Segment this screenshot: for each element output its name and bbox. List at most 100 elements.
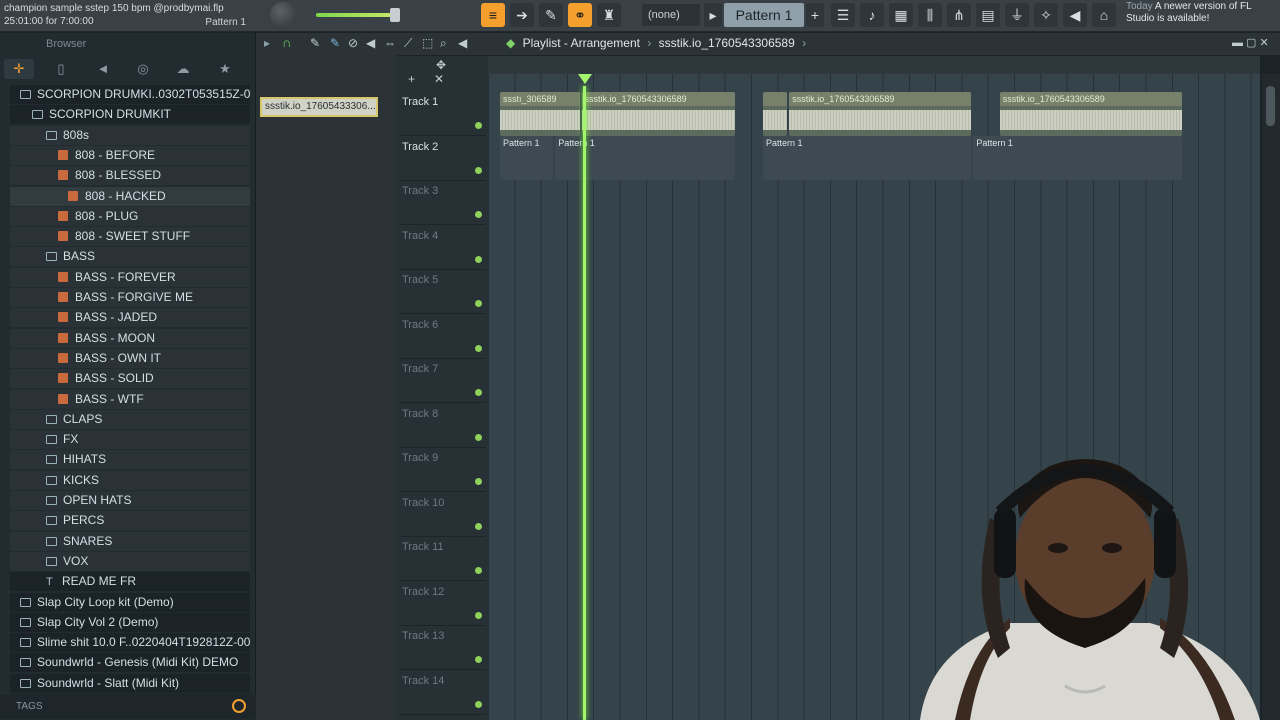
- mute-tool-icon[interactable]: ◀: [366, 36, 375, 50]
- track-header[interactable]: Track 10: [400, 493, 486, 537]
- track-1-lane[interactable]: ssstı_306589 ssstik.io_1760543306589 sssti…: [488, 92, 1260, 136]
- arrow-right-icon[interactable]: ➔: [510, 3, 534, 27]
- add-pattern-button[interactable]: +: [806, 3, 824, 27]
- playhead[interactable]: [583, 86, 586, 720]
- slip-tool-icon[interactable]: ⇔: [384, 36, 396, 50]
- track-led-icon[interactable]: [475, 166, 482, 174]
- track-led-icon[interactable]: [475, 255, 482, 263]
- track-header[interactable]: Track 13: [400, 626, 486, 670]
- browser-cloud-tab[interactable]: ☁: [168, 59, 198, 79]
- browser-item[interactable]: BASS - FOREVER: [10, 267, 250, 287]
- track-2-lane[interactable]: Pattern 1 Pattern 1 Pattern 1 Pattern 1: [488, 136, 1260, 180]
- track-led-icon[interactable]: [475, 700, 482, 708]
- browser-item[interactable]: Soundwrld - Slatt (Midi Kit): [10, 673, 250, 693]
- browser-item[interactable]: BASS - WTF: [10, 389, 250, 409]
- track-header[interactable]: Track 12: [400, 582, 486, 626]
- pattern-clip[interactable]: Pattern 1: [763, 136, 972, 180]
- browser-item[interactable]: PERCS: [10, 511, 250, 531]
- draw-tool-icon[interactable]: ✎: [310, 36, 320, 50]
- master-pitch-slider[interactable]: [316, 13, 396, 17]
- search-icon[interactable]: [232, 699, 246, 713]
- track-led-icon[interactable]: [475, 389, 482, 396]
- browser-files-tab[interactable]: ▯: [46, 59, 76, 79]
- news-panel[interactable]: Today A newer version of FL Studio is av…: [1126, 1, 1256, 25]
- browser-plugins-tab[interactable]: ◄: [88, 59, 118, 79]
- piano-roll-icon[interactable]: ♪: [860, 3, 884, 27]
- audio-clip[interactable]: ssstik.io_1760543306589: [789, 92, 972, 136]
- tree-icon[interactable]: ⋔: [947, 3, 971, 27]
- track-led-icon[interactable]: [475, 122, 482, 129]
- browser-item[interactable]: FX: [10, 430, 250, 450]
- mixer-icon[interactable]: ⫼: [918, 3, 942, 27]
- magnet-icon[interactable]: ∩: [282, 35, 291, 50]
- master-volume-knob[interactable]: [270, 2, 296, 28]
- browser-item[interactable]: SCORPION DRUMKI..0302T053515Z-001: [10, 85, 250, 104]
- browser-item[interactable]: Slap City Loop kit (Demo): [10, 592, 250, 612]
- track-led-icon[interactable]: [475, 433, 482, 441]
- browser-item[interactable]: VOX: [10, 551, 250, 571]
- browser-item[interactable]: 808 - PLUG: [10, 206, 250, 226]
- pattern-clip[interactable]: Pattern 1: [973, 136, 1182, 180]
- snap-selector[interactable]: (none): [642, 4, 700, 26]
- playlist-icon[interactable]: ☰: [831, 3, 855, 27]
- track-header[interactable]: Track 9: [400, 448, 486, 492]
- browser-item[interactable]: BASS: [10, 247, 250, 267]
- track-led-icon[interactable]: [475, 611, 482, 619]
- add-track-icon[interactable]: +: [408, 72, 415, 86]
- picker-clip-item[interactable]: ssstik.io_17605433306...: [260, 97, 378, 117]
- delete-tool-icon[interactable]: ⊘: [348, 36, 358, 50]
- scrollbar-thumb[interactable]: [1266, 86, 1275, 126]
- window-controls[interactable]: ▬ ▢ ✕: [1232, 36, 1269, 49]
- audio-clip[interactable]: ssstik.io_1760543306589: [999, 92, 1182, 136]
- browser-item[interactable]: OPEN HATS: [10, 491, 250, 510]
- track-header[interactable]: Track 5: [400, 270, 486, 314]
- wrench-icon[interactable]: ✧: [1034, 3, 1058, 27]
- channel-rack-icon[interactable]: ▦: [889, 3, 913, 27]
- browser-item[interactable]: 808s: [10, 125, 250, 145]
- track-led-icon[interactable]: [475, 656, 482, 663]
- track-header[interactable]: Track 11: [400, 537, 486, 581]
- track-header[interactable]: Track 14: [400, 671, 486, 715]
- pattern-clip[interactable]: Pattern 1: [500, 136, 554, 180]
- play-arrow-icon[interactable]: ▸: [264, 36, 270, 50]
- pattern-selector[interactable]: Pattern 1: [724, 3, 804, 27]
- browser-favorites-tab[interactable]: ★: [210, 59, 240, 79]
- track-header[interactable]: Track 8: [400, 404, 486, 448]
- remove-track-icon[interactable]: ✕: [434, 72, 444, 86]
- track-led-icon[interactable]: [475, 567, 482, 574]
- browser-item[interactable]: SCORPION DRUMKIT: [10, 105, 250, 125]
- pattern-song-toggle-button[interactable]: ≡: [481, 3, 505, 27]
- browser-item[interactable]: T READ ME FR: [10, 572, 250, 592]
- pencil-icon[interactable]: ✎: [539, 3, 563, 27]
- browser-item[interactable]: Slap City Vol 2 (Demo): [10, 612, 250, 632]
- browser-item[interactable]: BASS - JADED: [10, 308, 250, 328]
- track-header[interactable]: Track 3: [400, 181, 486, 225]
- browser-all-tab[interactable]: ✛: [4, 59, 34, 79]
- slice-tool-icon[interactable]: ⟋: [404, 36, 412, 51]
- track-header[interactable]: Track 1: [400, 92, 486, 136]
- track-header[interactable]: Track 6: [400, 315, 486, 359]
- audio-clip[interactable]: ssstik.io_1760543306589: [581, 92, 735, 136]
- speaker-icon[interactable]: ◀: [1063, 3, 1087, 27]
- browser-item[interactable]: HIHATS: [10, 450, 250, 470]
- browser-item[interactable]: Soundwrld - Genesis (Midi Kit) DEMO: [10, 653, 250, 673]
- plug-icon[interactable]: ⏚: [1005, 3, 1029, 27]
- track-led-icon[interactable]: [475, 211, 482, 218]
- snap-icon[interactable]: ✥: [436, 58, 446, 72]
- playlist-play-icon[interactable]: ◆: [506, 36, 515, 50]
- track-led-icon[interactable]: [475, 300, 482, 307]
- browser-item[interactable]: 808 - HACKED: [10, 186, 250, 206]
- shop-icon[interactable]: ⌂: [1092, 3, 1116, 27]
- browser-item[interactable]: SNARES: [10, 531, 250, 551]
- track-header[interactable]: Track 2: [400, 137, 486, 181]
- playhead-marker-icon[interactable]: [578, 74, 592, 84]
- browser-item[interactable]: 808 - BLESSED: [10, 166, 250, 186]
- track-led-icon[interactable]: [475, 344, 482, 352]
- select-tool-icon[interactable]: ⬚: [422, 36, 433, 50]
- browser-item[interactable]: 808 - BEFORE: [10, 145, 250, 165]
- link-icon[interactable]: ⚭: [568, 3, 592, 27]
- slider-handle[interactable]: [390, 8, 400, 22]
- file-icon[interactable]: ▤: [976, 3, 1000, 27]
- browser-item[interactable]: BASS - MOON: [10, 328, 250, 348]
- zoom-tool-icon[interactable]: ⌕: [440, 36, 447, 51]
